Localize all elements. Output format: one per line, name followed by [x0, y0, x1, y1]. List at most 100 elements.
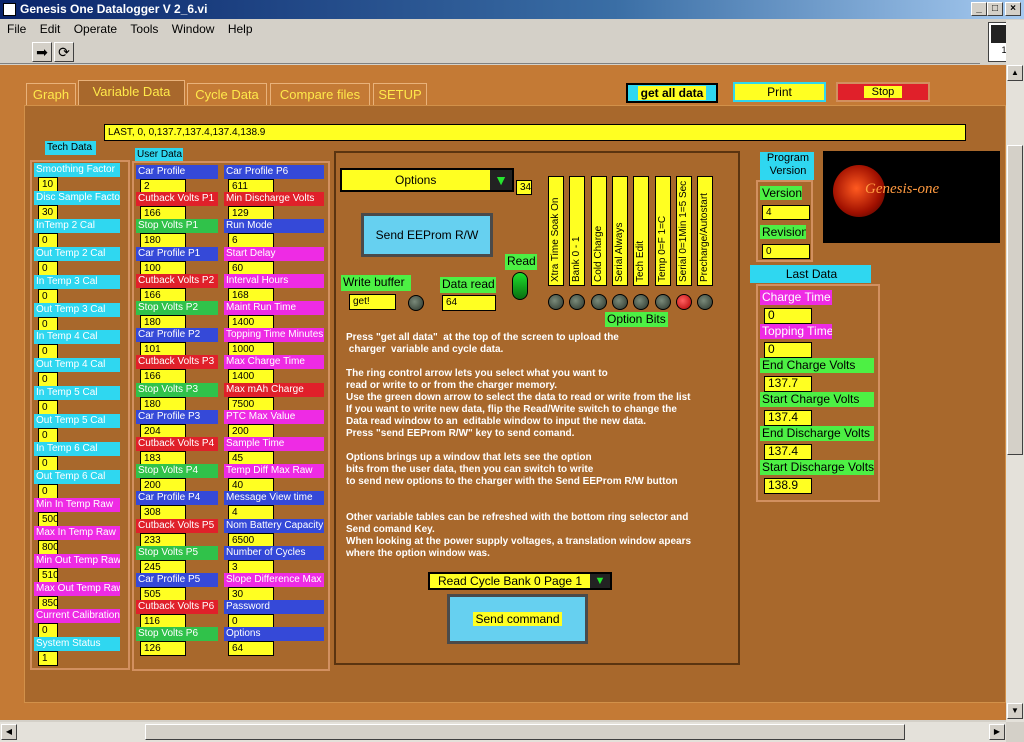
field-value[interactable]: 0	[38, 288, 58, 304]
field-label: Cutback Volts P4	[136, 437, 218, 451]
version-label: Version	[760, 186, 802, 200]
field-value[interactable]: 0	[38, 260, 58, 276]
menu-file[interactable]: File	[7, 22, 26, 36]
field-value[interactable]: 500	[38, 511, 58, 527]
field-label: In Temp 5 Cal	[34, 386, 120, 401]
field-value[interactable]: 0	[38, 456, 58, 471]
field-label: Stop Volts P2	[136, 301, 218, 315]
close-button[interactable]: ×	[1005, 2, 1021, 16]
cycle-ring[interactable]: Read Cycle Bank 0 Page 1	[428, 572, 612, 590]
field-label: Temp Diff Max Raw	[224, 464, 324, 479]
scroll-up-icon[interactable]: ▲	[1007, 65, 1023, 81]
print-button[interactable]: Print	[733, 82, 826, 102]
revision-value: 0	[762, 244, 810, 259]
tab-graph[interactable]: Graph	[26, 83, 76, 105]
toolbar: ➡ ⟳	[0, 40, 980, 64]
send-command-button[interactable]: Send command	[447, 594, 588, 644]
field-value[interactable]: 0	[38, 428, 58, 444]
field-label: In Temp 3 Cal	[34, 274, 120, 289]
read-write-switch[interactable]	[512, 272, 528, 300]
option-bit-label: Tech Edit	[633, 176, 650, 286]
last-data-title: Last Data	[750, 265, 871, 283]
option-bit-led-icon[interactable]	[654, 294, 671, 310]
horizontal-scroll-thumb[interactable]	[145, 724, 905, 740]
field-value[interactable]: 0	[38, 483, 58, 499]
options-ring[interactable]: Options	[340, 168, 514, 192]
option-bit-label: Serial 0=1Min 1=5 Sec	[675, 176, 692, 286]
tab-compare-files[interactable]: Compare files	[270, 83, 370, 105]
tab-setup[interactable]: SETUP	[373, 83, 427, 105]
field-value[interactable]: 0	[38, 316, 58, 332]
send-eeprom-button[interactable]: Send EEProm R/W	[361, 213, 493, 257]
field-value[interactable]: 64	[228, 641, 274, 657]
minimize-button[interactable]: _	[971, 2, 987, 16]
menu-window[interactable]: Window	[172, 22, 215, 36]
field-label: Out Temp 3 Cal	[34, 302, 120, 317]
last-data-label: End Discharge Volts	[760, 426, 874, 441]
field-label: Car Profile P2	[136, 328, 218, 343]
field-label: Disc Sample Factor	[34, 190, 120, 205]
field-label: Password	[224, 600, 324, 615]
run-arrow-icon[interactable]: ➡	[32, 42, 52, 62]
option-bit-led-icon[interactable]	[675, 294, 692, 310]
field-value[interactable]: 0	[38, 372, 58, 388]
menu-tools[interactable]: Tools	[130, 22, 158, 36]
title-bar: Genesis One Datalogger V 2_6.vi	[0, 0, 1024, 19]
run-continuous-icon[interactable]: ⟳	[54, 42, 74, 62]
maximize-button[interactable]: □	[987, 2, 1003, 16]
field-label: System Status	[34, 637, 120, 652]
write-buffer-field[interactable]: get!	[349, 294, 396, 310]
field-value[interactable]: 0	[38, 344, 58, 360]
field-value[interactable]: 800	[38, 539, 58, 555]
field-value[interactable]: 0	[38, 623, 58, 639]
cycle-ring-down-arrow-icon[interactable]: ▼	[590, 574, 610, 588]
vertical-scrollbar[interactable]: ▲ ▼	[1006, 20, 1024, 722]
field-value[interactable]: 510	[38, 567, 58, 583]
field-value[interactable]: 0	[38, 400, 58, 416]
field-label: Interval Hours	[224, 273, 324, 288]
scroll-right-icon[interactable]: ▶	[989, 724, 1005, 740]
menu-operate[interactable]: Operate	[74, 22, 117, 36]
field-label: Cutback Volts P3	[136, 355, 218, 370]
tab-variable-data[interactable]: Variable Data	[78, 80, 185, 106]
field-label: Min Out Temp Raw	[34, 553, 120, 568]
field-value[interactable]: 850	[38, 595, 58, 611]
field-label: Stop Volts P5	[136, 545, 218, 560]
genesis-logo: Genesis-one	[823, 151, 1000, 243]
field-label: Number of Cycles	[224, 545, 324, 560]
field-value[interactable]: 1	[38, 651, 58, 667]
field-label: Min Discharge Volts	[224, 192, 324, 207]
option-bit-label: Temp 0=F 1=C	[654, 176, 671, 286]
menu-edit[interactable]: Edit	[40, 22, 61, 36]
scroll-down-icon[interactable]: ▼	[1007, 703, 1023, 719]
field-label: Car Profile P5	[136, 573, 218, 587]
field-label: Out Temp 5 Cal	[34, 414, 120, 429]
field-value[interactable]: 30	[38, 204, 58, 220]
option-bit-led-icon[interactable]	[697, 294, 714, 310]
stop-button[interactable]: Stop	[836, 82, 930, 102]
field-label: InTemp 2 Cal	[34, 218, 120, 233]
field-label: Current Calibration	[34, 609, 120, 624]
field-value[interactable]: 10	[38, 177, 58, 192]
field-label: Start Delay	[224, 246, 324, 261]
last-data-value: 138.9	[764, 478, 812, 494]
options-ring-down-arrow-icon[interactable]: ▼	[490, 170, 512, 190]
get-all-data-button[interactable]: get all data	[626, 83, 718, 103]
option-bit-led-icon[interactable]	[548, 294, 564, 310]
scroll-left-icon[interactable]: ◀	[1, 724, 17, 740]
option-bit-led-icon[interactable]	[611, 294, 628, 310]
tab-cycle-data[interactable]: Cycle Data	[187, 83, 267, 105]
menu-help[interactable]: Help	[228, 22, 253, 36]
option-bit-label: Serial Always	[611, 176, 628, 286]
horizontal-scrollbar[interactable]: ◀ ▶	[0, 722, 1006, 742]
revision-label: Revision	[760, 225, 806, 239]
field-label: Car Profile P4	[136, 491, 218, 506]
instructions-text: Press "get all data" at the top of the s…	[346, 332, 692, 559]
data-read-field[interactable]: 64	[442, 295, 496, 311]
field-value[interactable]: 0	[38, 232, 58, 248]
option-bit-led-icon[interactable]	[590, 294, 607, 310]
field-label: Out Temp 6 Cal	[34, 469, 120, 484]
vertical-scroll-thumb[interactable]	[1007, 145, 1023, 455]
tech-data-title: Tech Data	[45, 141, 96, 155]
field-value[interactable]: 126	[140, 641, 186, 657]
